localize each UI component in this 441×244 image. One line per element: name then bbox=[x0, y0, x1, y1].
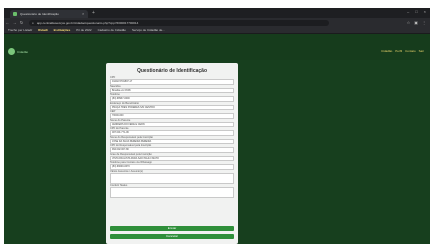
tab-title: Questionário de Identificação bbox=[20, 12, 59, 16]
form-field: Vários Assuntos / Assunto(s) bbox=[110, 170, 234, 184]
close-tab-icon[interactable]: × bbox=[82, 12, 84, 16]
back-icon[interactable]: ← bbox=[4, 20, 11, 26]
form-field: Grau de Responsável pela Inscrição VISTA… bbox=[110, 153, 234, 161]
form-field: CPF 01202-5701807-17 bbox=[110, 76, 234, 85]
reload-icon[interactable]: ↻ bbox=[18, 20, 25, 26]
nav-link[interactable]: Cidadão bbox=[381, 49, 392, 53]
form-field: Nascidos Brasília em 03/96 bbox=[110, 85, 234, 93]
window-controls: – □ × bbox=[407, 9, 426, 15]
forward-icon[interactable]: → bbox=[11, 20, 18, 26]
form-field: CPF do Responsável pela Inscrição 994.00… bbox=[110, 144, 234, 153]
lock-icon: ● bbox=[32, 20, 34, 25]
form-field: Telefone para Contato via Whatsapp (84) … bbox=[110, 161, 234, 170]
url-text: app.centraldeseviços.gov.br/cidadao/ques… bbox=[36, 20, 139, 25]
submit-button[interactable]: Enviar bbox=[110, 226, 234, 231]
form-field: Nome do Responsável pela Inscrição JOSÉ … bbox=[110, 136, 234, 144]
url-field[interactable]: ● app.centraldeseviços.gov.br/cidadao/qu… bbox=[29, 19, 329, 26]
logo-icon[interactable] bbox=[8, 48, 15, 55]
minimize-icon[interactable]: – bbox=[407, 9, 409, 15]
browser-tab[interactable]: Questionário de Identificação × bbox=[10, 10, 88, 18]
bookmark-item[interactable]: Serviço de Cidadão de... bbox=[132, 28, 165, 32]
tab-bar: Questionário de Identificação × + – □ × bbox=[4, 8, 430, 18]
top-nav: Cidadão Perfil Contato Sair bbox=[381, 49, 424, 53]
logo-text: Cidadão bbox=[17, 50, 29, 54]
maximize-icon[interactable]: □ bbox=[415, 9, 417, 15]
star-icon[interactable]: ☆ bbox=[407, 20, 411, 25]
extensions-icon[interactable]: ▣ bbox=[414, 20, 418, 25]
new-tab-icon[interactable]: + bbox=[92, 10, 95, 16]
form-title: Questionário de Identificação bbox=[136, 68, 207, 74]
bookmark-item[interactable]: Instituições bbox=[54, 28, 71, 32]
form-field: Endereço do Beneficiário PRAÇA TRÊS PODE… bbox=[110, 102, 234, 110]
address-bar: ← → ↻ ● app.centraldeseviços.gov.br/cida… bbox=[4, 18, 430, 27]
bookmarks-bar: Trecho per Listadr Rstadt Instituições P… bbox=[4, 27, 430, 34]
form-field: Nome do Parente JENIFERS DO FEDE E CERN bbox=[110, 119, 234, 127]
bookmark-item[interactable]: Cadastro de Cidadão bbox=[98, 28, 126, 32]
browser-actions: ☆ ▣ ⋮ bbox=[407, 20, 426, 25]
nav-link[interactable]: Contato bbox=[405, 49, 416, 53]
form-field: CEP 70000-000 bbox=[110, 110, 234, 119]
form-field: Conferir Status bbox=[110, 184, 234, 198]
nav-link[interactable]: Sair bbox=[419, 49, 424, 53]
bookmark-item[interactable]: Trecho per Listadr bbox=[8, 28, 32, 32]
field-textarea[interactable] bbox=[110, 187, 234, 198]
bookmark-item[interactable]: Rstadt bbox=[38, 28, 47, 32]
app-header: Cidadão Cidadão Perfil Contato Sair bbox=[4, 34, 430, 60]
favicon-icon bbox=[13, 12, 17, 16]
page-content: Questionário de Identificação CPF 01202-… bbox=[4, 60, 430, 244]
bookmark-item[interactable]: Pri de 2022 bbox=[76, 28, 91, 32]
field-textarea[interactable] bbox=[110, 172, 234, 184]
nav-link[interactable]: Perfil bbox=[395, 49, 402, 53]
close-window-icon[interactable]: × bbox=[424, 9, 426, 15]
questionnaire-form: Questionário de Identificação CPF 01202-… bbox=[106, 63, 238, 244]
form-field: CPF do Parente 007.001.771-06 bbox=[110, 127, 234, 136]
menu-icon[interactable]: ⋮ bbox=[422, 20, 426, 25]
form-field: Telefone (84) 98937-0000 bbox=[110, 93, 234, 102]
cancel-button[interactable]: Cancelar bbox=[110, 234, 234, 239]
browser-window: Questionário de Identificação × + – □ × … bbox=[4, 8, 430, 244]
